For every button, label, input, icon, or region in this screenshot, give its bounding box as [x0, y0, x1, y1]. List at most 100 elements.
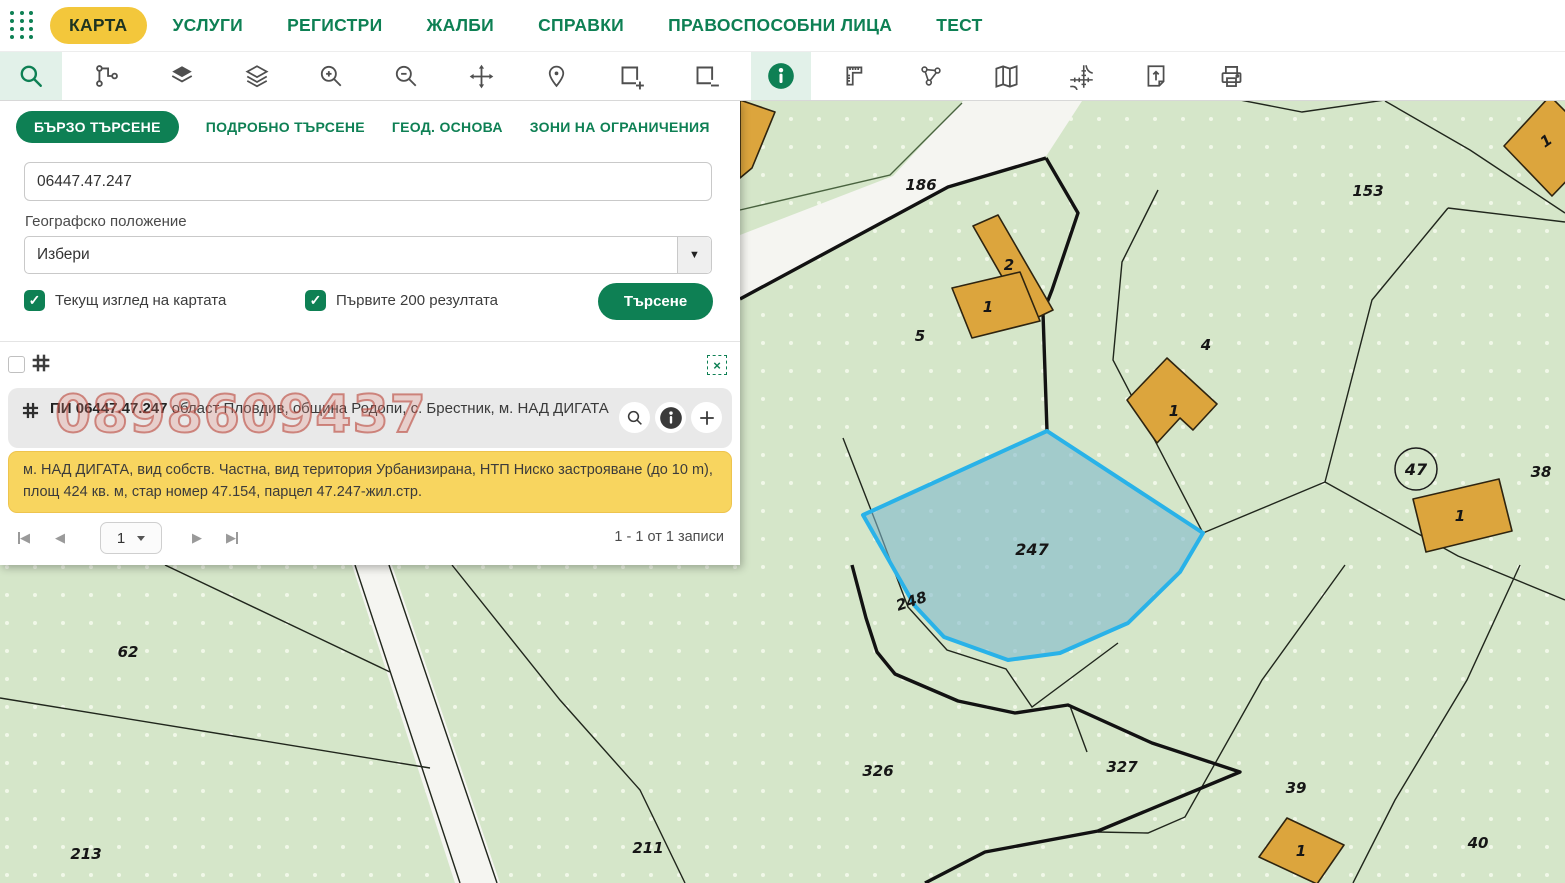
first-page-button[interactable]: ◀ [18, 528, 30, 548]
parcel-label-327: 327 [1106, 758, 1138, 776]
tool-print[interactable] [1206, 52, 1256, 100]
geo-position-label: Географско положение [25, 213, 187, 230]
vertex-polygon-icon [918, 63, 944, 89]
parcel-label-153: 153 [1352, 182, 1383, 200]
layers-stack-icon [244, 63, 270, 89]
tool-route[interactable] [82, 52, 132, 100]
tool-layers-stack[interactable] [232, 52, 282, 100]
info-icon [658, 405, 684, 431]
parcel-search-input[interactable] [24, 162, 712, 201]
tool-coordinates[interactable] [1056, 52, 1106, 100]
building-label-1-parcel47: 1 [1455, 507, 1465, 525]
parcel-label-213: 213 [70, 845, 101, 863]
result-row[interactable]: ПИ 06447.47.247 област Пловдив, община Р… [8, 388, 732, 448]
nav-item-test[interactable]: ТЕСТ [936, 15, 982, 36]
select-all-checkbox[interactable] [8, 356, 25, 373]
result-info-button[interactable] [655, 402, 686, 433]
parcel-label-326: 326 [862, 762, 893, 780]
result-zoom-button[interactable] [619, 402, 650, 433]
search-icon [626, 409, 644, 427]
nav-item-uslugi[interactable]: УСЛУГИ [173, 15, 244, 36]
info-icon [767, 62, 795, 90]
top-navigation: КАРТА УСЛУГИ РЕГИСТРИ ЖАЛБИ СПРАВКИ ПРАВ… [0, 0, 1565, 52]
panel-divider [0, 341, 740, 342]
map-toolbar [0, 52, 1565, 101]
tool-info[interactable] [751, 52, 811, 100]
last-page-button[interactable]: ▶ [226, 528, 238, 548]
tab-detailed-search[interactable]: ПОДРОБНО ТЪРСЕНЕ [206, 119, 365, 135]
result-add-button[interactable] [691, 402, 722, 433]
result-details: м. НАД ДИГАТА, вид собств. Частна, вид т… [8, 451, 732, 513]
nav-item-registri[interactable]: РЕГИСТРИ [287, 15, 382, 36]
result-actions [619, 402, 722, 433]
tool-extent-remove[interactable] [681, 52, 731, 100]
tab-restriction-zones[interactable]: ЗОНИ НА ОГРАНИЧЕНИЯ [530, 119, 710, 135]
extent-add-icon [618, 63, 645, 90]
parcel-label-5: 5 [915, 327, 925, 345]
tool-map[interactable] [981, 52, 1031, 100]
building-label-2: 2 [1004, 256, 1014, 274]
tool-zoom-in[interactable] [306, 52, 356, 100]
tool-locate[interactable] [531, 52, 581, 100]
parcel-label-38: 38 [1531, 463, 1552, 481]
first-200-option: ✓ Първите 200 резултата [305, 290, 498, 311]
apps-grid-icon[interactable] [10, 11, 36, 41]
parcel-label-186: 186 [905, 176, 936, 194]
tool-vertex-polygon[interactable] [906, 52, 956, 100]
tab-geodetic-basis[interactable]: ГЕОД. ОСНОВА [392, 119, 503, 135]
map-fold-icon [993, 63, 1020, 90]
nav-item-zhalbi[interactable]: ЖАЛБИ [426, 15, 494, 36]
next-page-button[interactable]: ▶ [192, 528, 202, 548]
chevron-down-icon[interactable]: ▼ [677, 237, 711, 273]
tool-extent-add[interactable] [606, 52, 656, 100]
plus-icon [698, 409, 716, 427]
current-view-label: Текущ изглед на картата [55, 292, 226, 309]
prev-page-button[interactable]: ◀ [55, 528, 65, 548]
nav-item-pravosposobni-litsa[interactable]: ПРАВОСПОСОБНИ ЛИЦА [668, 15, 892, 36]
tool-search[interactable] [0, 52, 62, 100]
print-icon [1218, 63, 1245, 90]
building-label-1-parcel4: 1 [1169, 402, 1179, 420]
first-200-label: Първите 200 резултата [336, 292, 498, 309]
tool-layers-filled[interactable] [157, 52, 207, 100]
page-select[interactable]: 1 [100, 522, 162, 554]
tool-pan[interactable] [456, 52, 506, 100]
nav-item-karta[interactable]: КАРТА [50, 7, 147, 44]
parcel-label-40: 40 [1467, 834, 1489, 852]
tool-export[interactable] [1131, 52, 1181, 100]
first-200-checkbox[interactable]: ✓ [305, 290, 326, 311]
location-pin-icon [544, 64, 569, 89]
parcel-label-4: 4 [1200, 336, 1211, 354]
coordinate-grid-icon [1068, 63, 1095, 90]
zoom-in-icon [318, 63, 344, 89]
results-grid-icon[interactable] [31, 353, 51, 378]
pagination: ◀ ◀ 1 ▶ ▶ 1 - 1 от 1 записи [0, 520, 740, 558]
parcel-label-62: 62 [118, 643, 139, 661]
ruler-icon [843, 63, 869, 89]
parcel-grid-icon [22, 402, 39, 424]
geo-position-select[interactable]: Избери ▼ [24, 236, 712, 274]
export-page-icon [1143, 63, 1169, 89]
current-view-checkbox[interactable]: ✓ [24, 290, 45, 311]
building-label-1: 1 [983, 298, 993, 316]
parcel-label-39: 39 [1286, 779, 1307, 797]
app-window: 186 5 2 1 4 153 1 247 248 1 47 38 1 62 2… [0, 0, 1565, 883]
geo-select-value: Избери [25, 246, 677, 264]
building-label-1-parcel39: 1 [1296, 842, 1306, 860]
search-tabs: БЪРЗО ТЪРСЕНЕ ПОДРОБНО ТЪРСЕНЕ ГЕОД. ОСН… [16, 111, 710, 143]
expand-results-icon[interactable]: × [707, 355, 727, 375]
tool-measure[interactable] [831, 52, 881, 100]
pagination-summary: 1 - 1 от 1 записи [614, 529, 724, 545]
search-button[interactable]: Търсене [598, 283, 713, 320]
tab-quick-search[interactable]: БЪРЗО ТЪРСЕНЕ [16, 111, 179, 143]
page-number: 1 [117, 530, 125, 547]
zoom-out-icon [393, 63, 419, 89]
result-description: ПИ 06447.47.247 област Пловдив, община Р… [50, 398, 610, 420]
tool-zoom-out[interactable] [381, 52, 431, 100]
result-parcel-id: ПИ 06447.47.247 [50, 400, 168, 417]
chevron-down-icon [137, 536, 145, 541]
layers-filled-icon [169, 63, 195, 89]
parcel-label-211: 211 [632, 839, 663, 857]
route-tool-icon [94, 63, 120, 89]
nav-item-spravki[interactable]: СПРАВКИ [538, 15, 624, 36]
